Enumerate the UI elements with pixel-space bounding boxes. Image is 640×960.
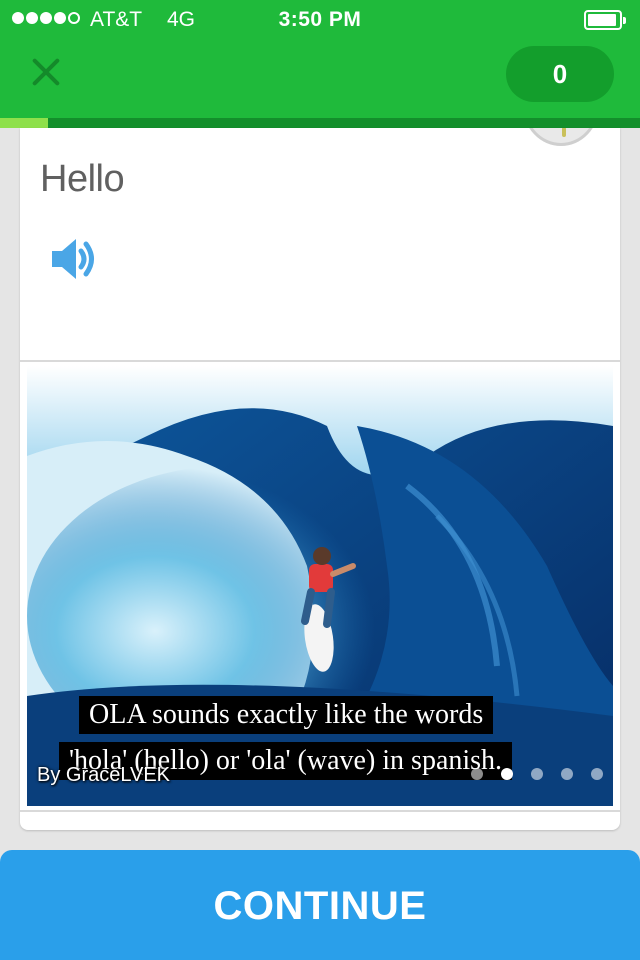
subtitle-line-1: OLA sounds exactly like the words xyxy=(79,696,494,734)
lesson-progress-fill xyxy=(0,118,48,128)
lightbulb-icon xyxy=(562,128,566,137)
battery-icon xyxy=(584,10,626,30)
divider xyxy=(20,810,620,812)
pager-dot[interactable] xyxy=(591,768,603,780)
mnemonic-image[interactable]: OLA sounds exactly like the words 'hola'… xyxy=(27,366,613,806)
score-badge: 0 xyxy=(506,46,614,102)
hint-button[interactable] xyxy=(523,128,599,146)
status-bar: AT&T 4G 3:50 PM xyxy=(0,0,640,40)
top-bar: AT&T 4G 3:50 PM 0 xyxy=(0,0,640,118)
lesson-progress-bar xyxy=(0,118,640,128)
image-credit: By GraceLVEK xyxy=(37,764,171,786)
lesson-card: Hello OLA sounds exactly like the words … xyxy=(20,128,620,830)
divider xyxy=(20,360,620,362)
prompt-word: Hello xyxy=(40,158,125,200)
continue-button[interactable]: CONTINUE xyxy=(0,850,640,960)
pager-dot-active[interactable] xyxy=(501,768,513,780)
image-pager[interactable] xyxy=(471,768,603,780)
pager-dot[interactable] xyxy=(561,768,573,780)
pager-dot[interactable] xyxy=(531,768,543,780)
close-icon[interactable] xyxy=(26,52,66,92)
speaker-icon[interactable] xyxy=(50,236,100,282)
pager-dot[interactable] xyxy=(471,768,483,780)
status-time: 3:50 PM xyxy=(278,8,362,31)
